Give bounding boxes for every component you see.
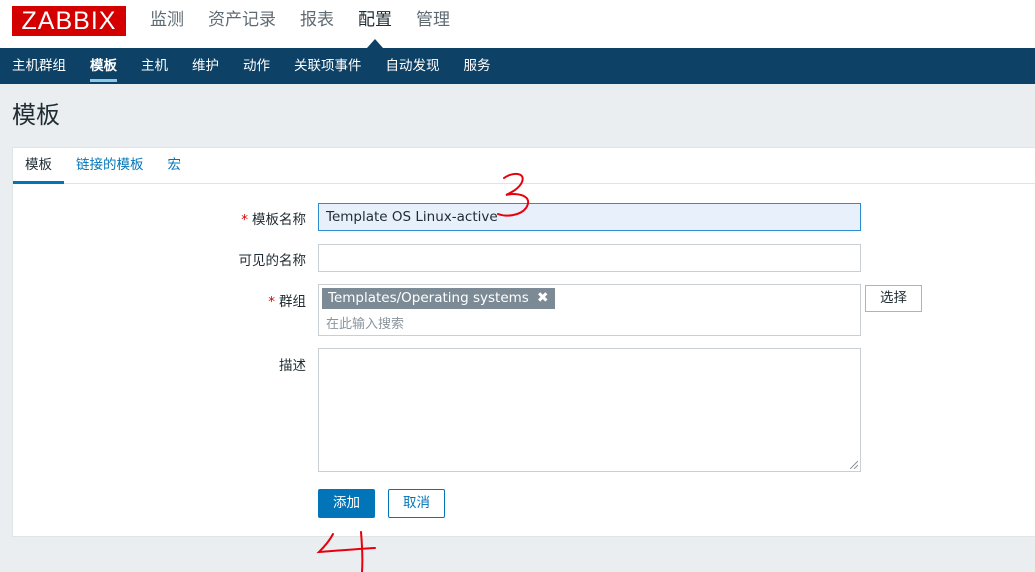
sub-nav-templates-label: 模板 [90, 58, 117, 74]
sub-nav-discovery[interactable]: 自动发现 [386, 48, 440, 84]
cancel-button[interactable]: 取消 [388, 489, 445, 518]
remove-chip-icon[interactable]: ✖ [537, 288, 549, 309]
tab-bar: 模板 链接的模板 宏 [13, 148, 1035, 184]
sub-nav-maintenance[interactable]: 维护 [192, 48, 219, 84]
active-tab-line [13, 181, 64, 184]
description-textarea[interactable] [318, 348, 861, 472]
top-nav-monitoring[interactable]: 监测 [150, 9, 184, 31]
groups-label: * 群组 [146, 290, 306, 310]
sub-nav-hosts[interactable]: 主机 [141, 48, 168, 84]
required-mark: * [241, 212, 248, 228]
page-title: 模板 [12, 101, 60, 129]
top-nav-reports[interactable]: 报表 [300, 9, 334, 31]
form-panel: 模板 链接的模板 宏 * 模板名称 Template OS Linux-activ… [12, 147, 1035, 537]
add-button[interactable]: 添加 [318, 489, 375, 518]
tab-macros[interactable]: 宏 [156, 148, 194, 183]
tab-template-label: 模板 [25, 157, 52, 173]
top-nav-inventory[interactable]: 资产记录 [208, 9, 276, 31]
groups-search-input[interactable]: 在此输入搜索 [326, 313, 404, 332]
sub-nav-event-correlation[interactable]: 关联项事件 [294, 48, 362, 84]
required-mark: * [268, 294, 275, 310]
description-label: 描述 [279, 358, 306, 374]
groups-multiselect[interactable]: Templates/Operating systems ✖ 在此输入搜索 [318, 284, 861, 336]
tab-template[interactable]: 模板 [13, 148, 64, 184]
template-name-label: * 模板名称 [146, 208, 306, 228]
tab-linked-templates[interactable]: 链接的模板 [64, 148, 156, 183]
group-chip-label: Templates/Operating systems [328, 290, 529, 306]
top-bar: ZABBIX 监测 资产记录 报表 配置 管理 [0, 0, 1035, 48]
top-nav: 监测 资产记录 报表 配置 管理 [150, 9, 474, 48]
sub-nav: 主机群组 模板 主机 维护 动作 关联项事件 自动发现 服务 [0, 48, 1035, 84]
top-nav-configuration-label: 配置 [358, 10, 392, 30]
zabbix-logo[interactable]: ZABBIX [12, 6, 126, 36]
resize-grip-icon[interactable] [848, 459, 858, 469]
visible-name-label: 可见的名称 [238, 253, 307, 269]
template-name-label-text: 模板名称 [252, 212, 306, 228]
sub-nav-templates[interactable]: 模板 [90, 48, 117, 84]
active-underline [90, 79, 117, 82]
groups-label-text: 群组 [279, 294, 306, 310]
sub-nav-host-groups[interactable]: 主机群组 [12, 48, 66, 84]
template-name-input[interactable]: Template OS Linux-active [318, 203, 861, 231]
active-indicator [367, 39, 383, 48]
visible-name-input[interactable] [318, 244, 861, 272]
sub-nav-services[interactable]: 服务 [464, 48, 491, 84]
sub-nav-actions[interactable]: 动作 [243, 48, 270, 84]
group-chip: Templates/Operating systems ✖ [322, 288, 555, 309]
top-nav-configuration[interactable]: 配置 [358, 9, 392, 48]
top-nav-administration[interactable]: 管理 [416, 9, 450, 31]
select-groups-button[interactable]: 选择 [865, 285, 922, 312]
